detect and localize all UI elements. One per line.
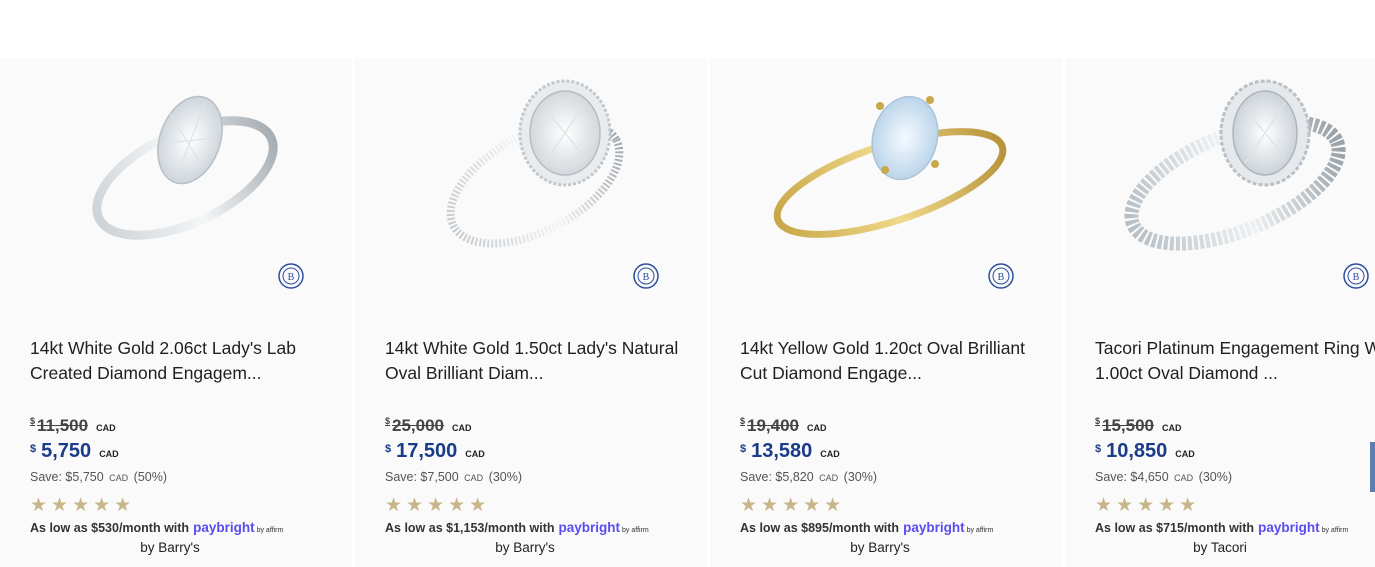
ring-image	[1124, 79, 1346, 251]
savings-text: Save: $7,500 CAD (30%)	[385, 470, 522, 484]
rating-stars: ★★★★★	[30, 495, 136, 516]
brand-badge-icon: B	[988, 263, 1014, 289]
product-image[interactable]	[1065, 58, 1375, 308]
paybright-logo: paybright	[903, 520, 965, 535]
brand-name: by Barry's	[850, 540, 910, 555]
savings-text: Save: $5,820 CAD (30%)	[740, 470, 877, 484]
paybright-logo: paybright	[1258, 520, 1320, 535]
product-title[interactable]: 14kt White Gold 1.50ct Lady's Natural Ov…	[385, 336, 695, 386]
product-card[interactable]: B 14kt White Gold 2.06ct Lady's Lab Crea…	[0, 58, 352, 567]
financing-text: As low as $715/month with paybright by aff…	[1095, 520, 1349, 535]
brand-badge-icon: B	[633, 263, 659, 289]
affirm-logo: by affirm	[966, 527, 994, 534]
financing-text: As low as $895/month with paybright by aff…	[740, 520, 994, 535]
original-price: $19,400 CAD	[740, 416, 827, 435]
paybright-logo: paybright	[193, 520, 255, 535]
product-card[interactable]: B Tacori Platinum Engagement Ring With 1…	[1065, 58, 1375, 567]
product-title[interactable]: 14kt Yellow Gold 1.20ct Oval Brilliant C…	[740, 336, 1050, 386]
product-title[interactable]: Tacori Platinum Engagement Ring With 1.0…	[1095, 336, 1375, 386]
brand-badge-icon: B	[278, 263, 304, 289]
original-price: $25,000 CAD	[385, 416, 472, 435]
sale-price: $13,580 CAD	[740, 440, 840, 462]
svg-text:B: B	[288, 272, 295, 283]
brand-badge-icon: B	[1343, 263, 1369, 289]
product-card[interactable]: B 14kt Yellow Gold 1.20ct Oval Brilliant…	[710, 58, 1062, 567]
financing-text: As low as $530/month with paybright by aff…	[30, 520, 284, 535]
original-price: $11,500 CAD	[30, 416, 116, 435]
savings-text: Save: $4,650 CAD (30%)	[1095, 470, 1232, 484]
affirm-logo: by affirm	[1321, 527, 1349, 534]
product-grid: B 14kt White Gold 2.06ct Lady's Lab Crea…	[0, 0, 1375, 567]
rating-stars: ★★★★★	[1095, 495, 1201, 516]
affirm-logo: by affirm	[622, 527, 649, 534]
sale-price: $5,750 CAD	[30, 440, 119, 462]
svg-text:B: B	[643, 272, 650, 283]
financing-text: As low as $1,153/month with paybright by a…	[385, 520, 649, 535]
paybright-logo: paybright	[558, 520, 621, 535]
scrollbar-thumb[interactable]	[1370, 442, 1375, 492]
brand-name: by Barry's	[140, 540, 200, 555]
svg-text:B: B	[1353, 272, 1360, 283]
rating-stars: ★★★★★	[740, 495, 846, 516]
brand-name: by Barry's	[495, 540, 555, 555]
rating-stars: ★★★★★	[385, 495, 491, 516]
sale-price: $10,850 CAD	[1095, 440, 1195, 462]
brand-name: by Tacori	[1193, 540, 1247, 555]
svg-text:B: B	[998, 272, 1005, 283]
sale-price: $17,500 CAD	[385, 440, 485, 462]
product-title[interactable]: 14kt White Gold 2.06ct Lady's Lab Create…	[30, 336, 340, 386]
product-card[interactable]: B 14kt White Gold 1.50ct Lady's Natural …	[355, 58, 707, 567]
original-price: $15,500 CAD	[1095, 416, 1182, 435]
affirm-logo: by affirm	[256, 527, 284, 534]
savings-text: Save: $5,750 CAD (50%)	[30, 470, 167, 484]
